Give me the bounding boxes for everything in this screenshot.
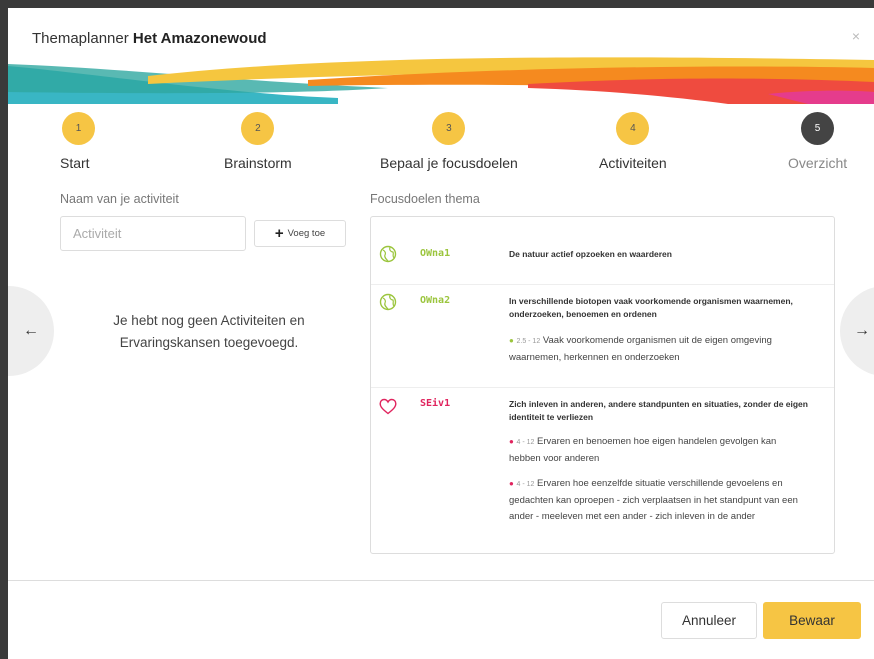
age-dot: ● [509, 336, 514, 345]
step-start[interactable]: 1 Start [60, 112, 95, 171]
step-activiteiten[interactable]: 4 Activiteiten [599, 112, 667, 171]
step-number: 4 [616, 112, 650, 145]
title-theme-name: Het Amazonewoud [132, 30, 267, 47]
step-label: Activiteiten [599, 155, 667, 171]
goal-title: In verschillende biotopen vaak voorkomen… [509, 296, 793, 319]
step-focusdoelen[interactable]: 3 Bepaal je focusdoelen [380, 112, 518, 171]
activity-name-label: Naam van je activiteit [60, 192, 179, 206]
modal-title: Themaplanner Het Amazonewoud [32, 30, 267, 47]
goal-title: De natuur actief opzoeken en waarderen [509, 249, 672, 259]
age-dot: ● [509, 479, 514, 488]
globe-icon [379, 293, 397, 311]
next-button[interactable]: → [840, 286, 874, 376]
step-label: Start [60, 155, 90, 171]
add-button-label: Voeg toe [287, 228, 326, 239]
focus-panel: Focusdoelen thema OWna1 De natuur actief… [370, 192, 835, 554]
step-brainstorm[interactable]: 2 Brainstorm [224, 112, 292, 171]
goal-row: SEiv1 Zich inleven in anderen, andere st… [371, 388, 834, 553]
step-overzicht[interactable]: 5 Overzicht [788, 112, 847, 171]
sub-goal-text: Vaak voorkomende organismen uit de eigen… [509, 335, 772, 363]
focus-goals-label: Focusdoelen thema [370, 192, 480, 206]
heart-icon [379, 398, 397, 415]
title-prefix: Themaplanner [32, 30, 129, 47]
age-dot: ● [509, 437, 514, 446]
save-button[interactable]: Bewaar [763, 602, 861, 639]
step-number: 1 [62, 112, 95, 145]
age-range: 4 - 12 [516, 481, 535, 488]
goal-row: OWna1 De natuur actief opzoeken en waard… [371, 217, 834, 285]
sub-goal: ● 4 - 12 Ervaren hoe eenzelfde situatie … [509, 476, 809, 525]
globe-icon [379, 245, 397, 263]
activity-panel: Naam van je activiteit + Voeg toe Je heb… [60, 192, 360, 350]
goal-code: OWna1 [420, 248, 451, 259]
sub-goal-text: Ervaren en benoemen hoe eigen handelen g… [509, 436, 777, 464]
age-range: 4 - 12 [516, 439, 535, 446]
stepper: 1 Start 2 Brainstorm 3 Bepaal je focusdo… [8, 104, 874, 184]
plus-icon: + [274, 225, 284, 242]
add-activity-button[interactable]: + Voeg toe [254, 220, 346, 247]
step-number: 2 [241, 112, 275, 145]
cancel-button[interactable]: Annuleer [661, 602, 757, 639]
step-number: 5 [801, 112, 835, 145]
step-number: 3 [432, 112, 466, 145]
focus-goals-list[interactable]: OWna1 De natuur actief opzoeken en waard… [370, 216, 835, 554]
step-label: Brainstorm [224, 155, 292, 171]
sub-goal: ● 2.5 - 12 Vaak voorkomende organismen u… [509, 333, 809, 366]
sub-goal: ● 4 - 12 Ervaren en benoemen hoe eigen h… [509, 434, 809, 467]
previous-button[interactable]: ← [8, 286, 54, 376]
arrow-right-icon: → [854, 322, 870, 339]
step-label: Bepaal je focusdoelen [380, 155, 518, 171]
goal-title: Zich inleven in anderen, andere standpun… [509, 399, 808, 422]
themaplanner-modal: Themaplanner Het Amazonewoud × 1 Start 2… [8, 8, 874, 659]
empty-activities-message: Je hebt nog geen Activiteiten en Ervarin… [113, 313, 305, 350]
arrow-left-icon: ← [23, 322, 39, 339]
color-banner [8, 57, 874, 104]
activity-input[interactable] [60, 216, 246, 251]
goal-code: SEiv1 [420, 398, 451, 409]
close-icon[interactable]: × [852, 28, 860, 44]
goal-row: OWna2 In verschillende biotopen vaak voo… [371, 285, 834, 388]
goal-code: OWna2 [420, 295, 451, 306]
sub-goal-text: Ervaren hoe eenzelfde situatie verschill… [509, 478, 798, 522]
step-label: Overzicht [788, 155, 848, 171]
age-range: 2.5 - 12 [516, 338, 541, 345]
modal-footer: Annuleer Bewaar [8, 580, 874, 659]
